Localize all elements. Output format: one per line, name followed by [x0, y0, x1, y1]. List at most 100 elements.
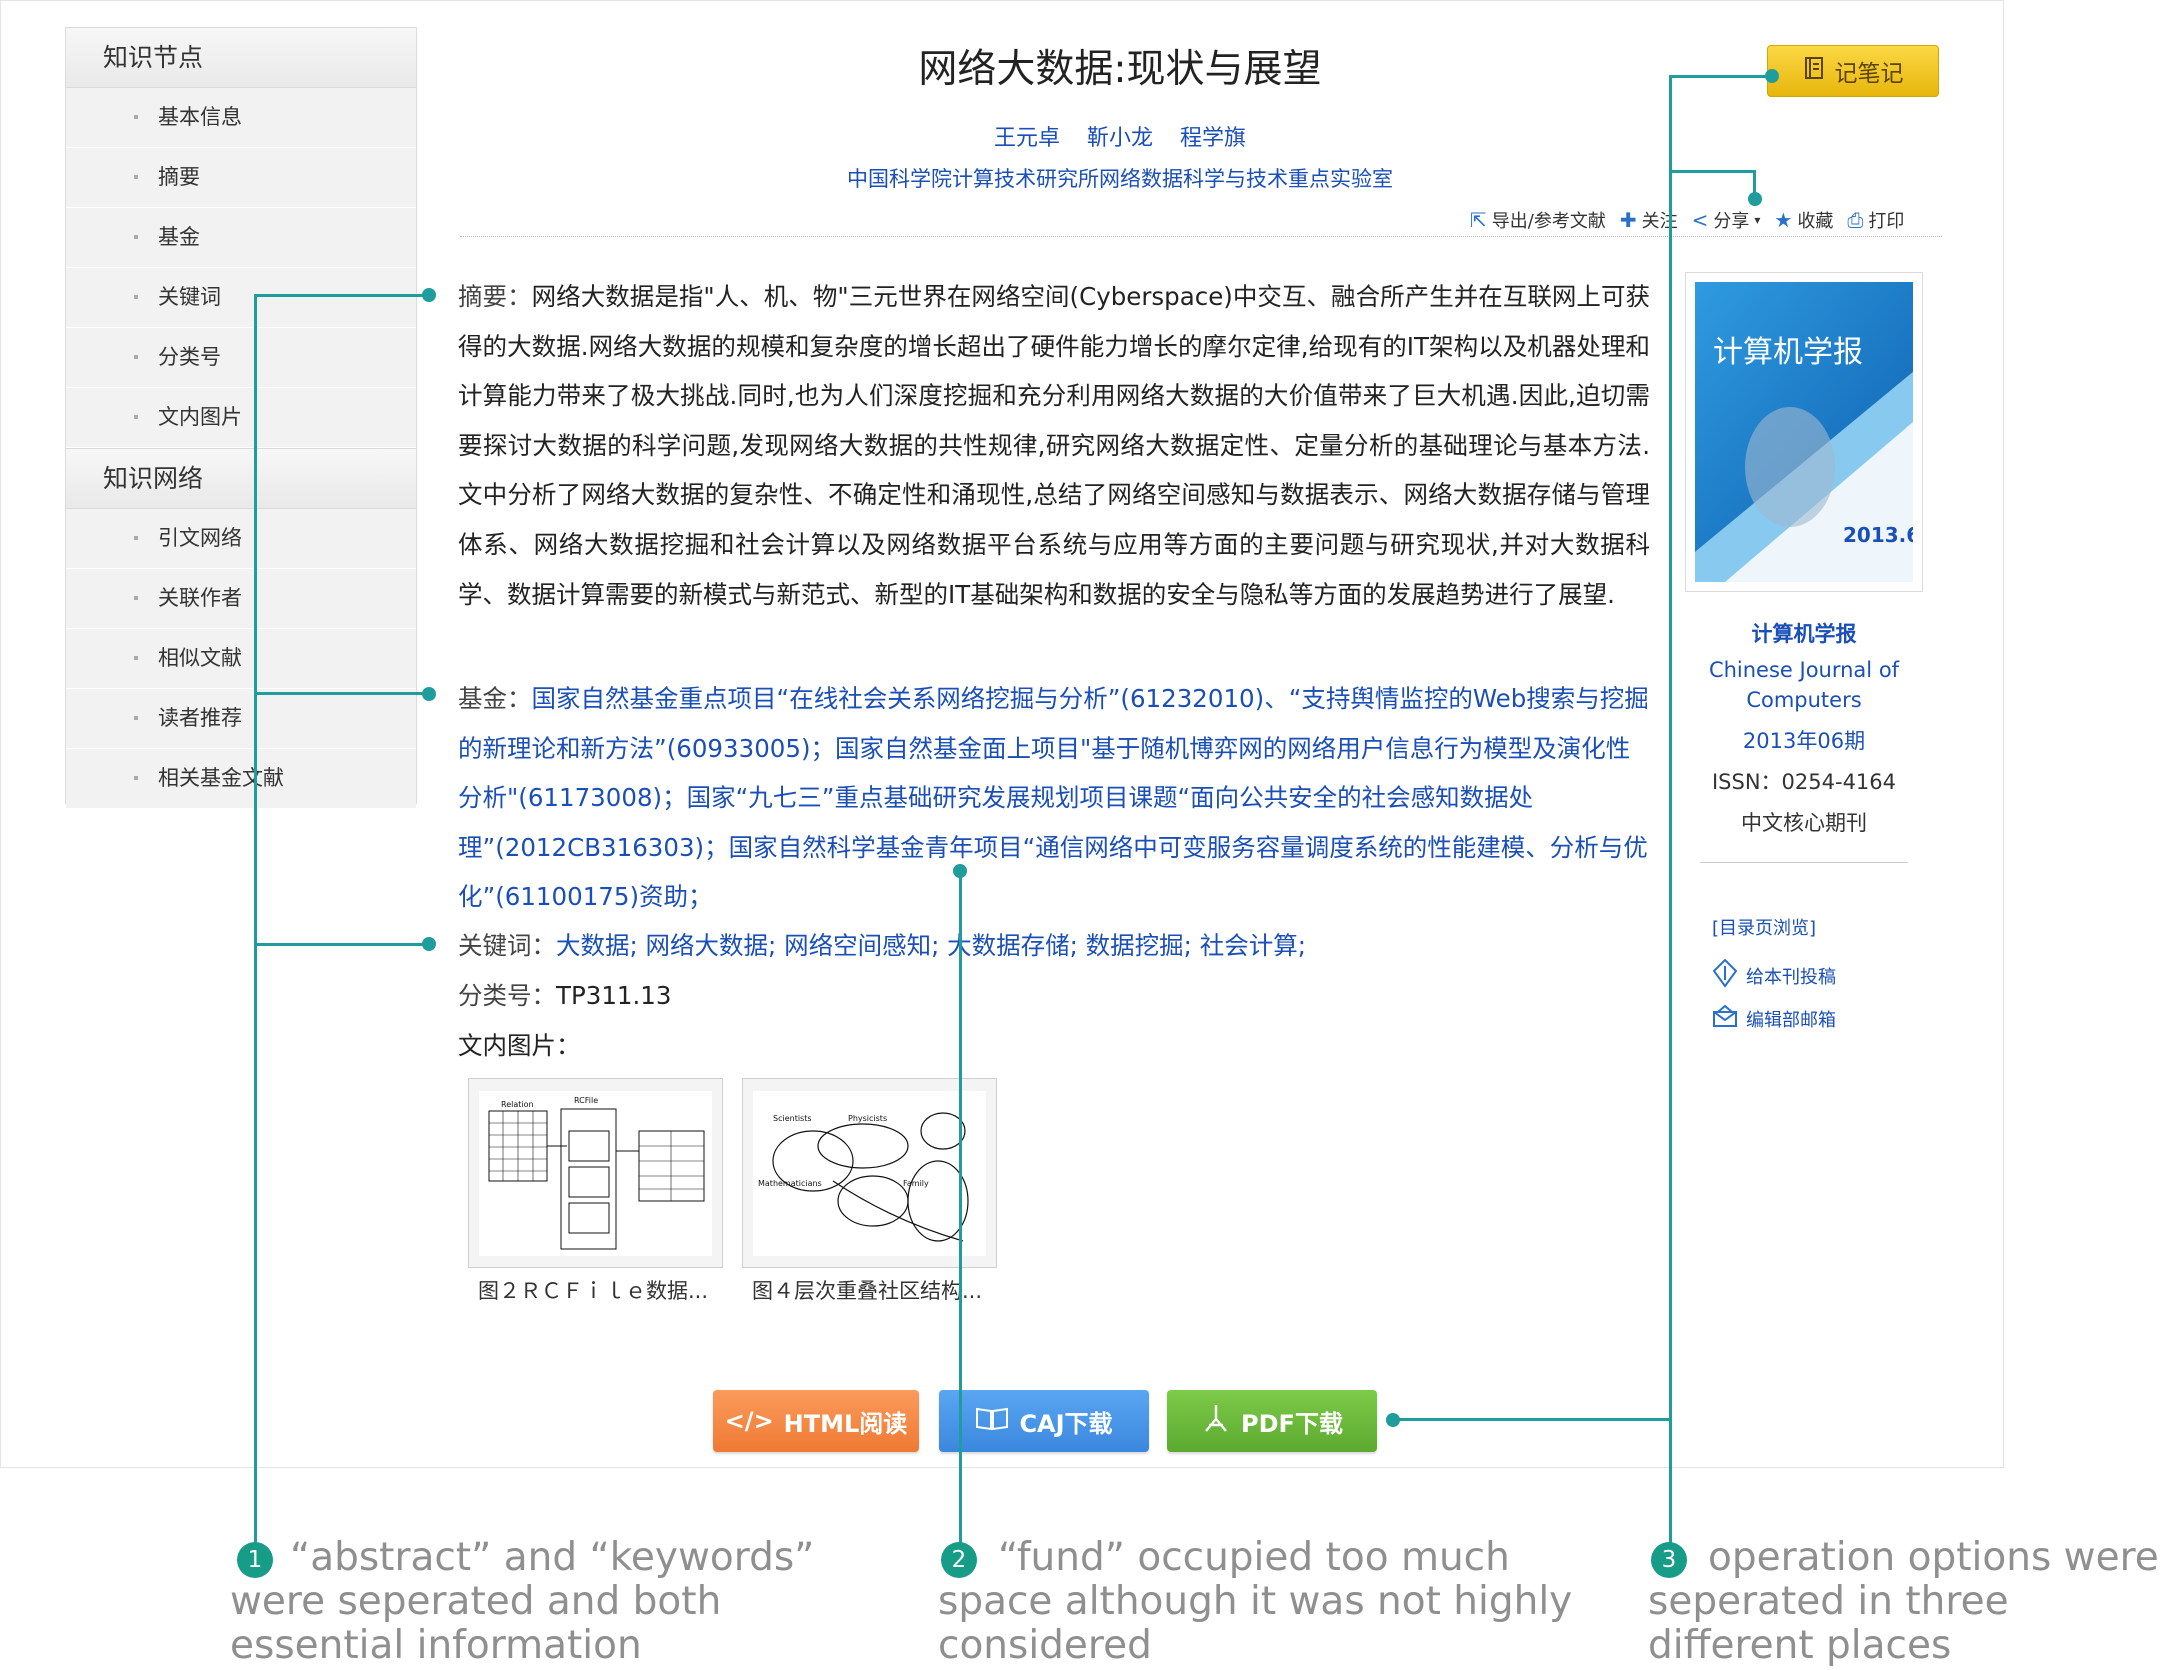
journal-name[interactable]: 计算机学报 [1690, 618, 1918, 648]
annotation-1-dot [422, 687, 436, 701]
keywords-links[interactable]: 大数据; 网络大数据; 网络空间感知; 大数据存储; 数据挖掘; 社会计算; [556, 931, 1306, 960]
share-label: 分享 [1713, 211, 1750, 232]
fund-label: 基金： [458, 684, 532, 713]
sidebar-item-keywords[interactable]: 关键词 [66, 268, 416, 328]
figure-caption[interactable]: 图２ＲＣＦｉｌｅ数据... [478, 1275, 733, 1305]
figure-caption[interactable]: 图４层次重叠社区结构... [752, 1275, 1007, 1305]
sidebar-section-knowledge-network: 知识网络 [66, 448, 416, 509]
classification-section: 分类号：TP311.13 [458, 971, 1650, 1021]
annotation-3-branch [1392, 1418, 1670, 1421]
keywords-section: 关键词：大数据; 网络大数据; 网络空间感知; 大数据存储; 数据挖掘; 社会计… [458, 921, 1650, 971]
annotation-2-text: “fund” occupied too much space although … [938, 1535, 1573, 1668]
svg-text:Physicists: Physicists [848, 1114, 887, 1123]
annotation-1-branch [254, 943, 428, 946]
caj-download-label: CAJ下载 [1019, 1409, 1113, 1438]
sidebar-item-figures[interactable]: 文内图片 [66, 388, 416, 448]
html-read-button[interactable]: </> HTML阅读 [713, 1390, 919, 1452]
annotation-1-dot [422, 937, 436, 951]
take-notes-button[interactable]: 记笔记 [1767, 45, 1939, 97]
article-title: 网络大数据:现状与展望 [918, 47, 1322, 92]
author-link[interactable]: 程学旗 [1180, 126, 1246, 151]
caj-download-button[interactable]: CAJ下载 [939, 1390, 1149, 1452]
journal-cover[interactable]: 计算机学报 2013.6 [1685, 272, 1923, 592]
sidebar-item-citation-network[interactable]: 引文网络 [66, 509, 416, 569]
pdf-icon [1201, 1403, 1231, 1439]
chevron-down-icon: ▾ [1754, 213, 1761, 227]
sidebar-section-knowledge-nodes: 知识节点 [66, 28, 416, 88]
journal-issue[interactable]: 2013年06期 [1690, 725, 1918, 755]
fund-text[interactable]: 国家自然基金重点项目“在线社会关系网络挖掘与分析”(61232010)、“支持舆… [458, 684, 1649, 911]
html-read-label: HTML阅读 [783, 1409, 908, 1438]
figure-4-preview: Scientists Physicists Mathematicians Fam… [753, 1091, 986, 1256]
printer-icon: ⎙ [1847, 208, 1864, 232]
fund-section: 基金：国家自然基金重点项目“在线社会关系网络挖掘与分析”(61232010)、“… [458, 674, 1650, 922]
editorial-mailbox-link[interactable]: 编辑部邮箱 [1712, 1004, 1836, 1033]
sidebar-item-reader-recommend[interactable]: 读者推荐 [66, 689, 416, 749]
svg-text:Mathematicians: Mathematicians [758, 1179, 822, 1188]
journal-cover-image: 计算机学报 2013.6 [1695, 282, 1913, 582]
annotation-2-vertical [959, 870, 962, 1550]
cover-year: 2013.6 [1843, 523, 1913, 547]
export-icon: ⇱ [1470, 208, 1487, 232]
annotation-1-branch [254, 294, 428, 297]
author-list: 王元卓 靳小龙 程学旗 [460, 120, 1780, 152]
share-button[interactable]: < 分享 ▾ [1692, 207, 1761, 233]
sidebar-item-basic-info[interactable]: 基本信息 [66, 88, 416, 148]
sidebar-item-related-authors[interactable]: 关联作者 [66, 569, 416, 629]
submit-label: 给本刊投稿 [1746, 966, 1836, 988]
annotation-1-text: “abstract” and “keywords” were seperated… [230, 1535, 815, 1668]
pdf-download-button[interactable]: PDF下载 [1167, 1390, 1377, 1452]
sidebar-item-abstract[interactable]: 摘要 [66, 148, 416, 208]
collect-button[interactable]: ★ 收藏 [1774, 207, 1833, 233]
article-toolbar: ⇱ 导出/参考文献 ✚ 关注 < 分享 ▾ ★ 收藏 ⎙ 打印 [1470, 207, 1904, 233]
annotation-3-dot [1748, 192, 1762, 206]
institution-link[interactable]: 中国科学院计算技术研究所网络数据科学与技术重点实验室 [460, 163, 1780, 193]
author-link[interactable]: 王元卓 [994, 126, 1060, 151]
print-button[interactable]: ⎙ 打印 [1847, 207, 1904, 233]
mailbox-label: 编辑部邮箱 [1746, 1009, 1836, 1031]
pdf-download-label: PDF下载 [1241, 1409, 1343, 1438]
share-icon: < [1691, 208, 1709, 232]
figure-thumbnail[interactable]: Relation RCFile [468, 1078, 723, 1268]
annotation-3-dot [1765, 69, 1779, 83]
take-notes-label: 记笔记 [1834, 61, 1904, 87]
journal-name-en[interactable]: Chinese Journal of Computers [1690, 655, 1918, 715]
print-label: 打印 [1868, 211, 1905, 232]
collect-label: 收藏 [1797, 211, 1834, 232]
annotation-1-dot [422, 288, 436, 302]
export-references-button[interactable]: ⇱ 导出/参考文献 [1470, 207, 1606, 233]
annotation-1-vertical [254, 295, 257, 1550]
abstract-label: 摘要： [458, 282, 532, 311]
svg-text:Family: Family [903, 1179, 929, 1188]
author-link[interactable]: 靳小龙 [1087, 126, 1153, 151]
plus-icon: ✚ [1619, 208, 1637, 232]
journal-issn: ISSN：0254-4164 [1711, 770, 1897, 794]
annotation-3-branch [1669, 75, 1769, 78]
submit-manuscript-link[interactable]: 给本刊投稿 [1712, 958, 1836, 993]
sidebar-item-fund[interactable]: 基金 [66, 208, 416, 268]
toc-browse-link[interactable]: [目录页浏览] [1712, 914, 1816, 940]
annotation-3-text: operation options were seperated in thre… [1648, 1535, 2159, 1668]
sidebar-item-related-fund-docs[interactable]: 相关基金文献 [66, 749, 416, 809]
code-icon: </> [724, 1407, 774, 1435]
classification-value: TP311.13 [556, 981, 672, 1010]
cover-title: 计算机学报 [1713, 335, 1863, 370]
follow-label: 关注 [1641, 211, 1678, 232]
open-book-icon [975, 1405, 1009, 1437]
export-label: 导出/参考文献 [1491, 211, 1606, 232]
figure-2-preview: Relation RCFile [479, 1091, 712, 1256]
annotation-3-dot [1386, 1413, 1400, 1427]
svg-text:Relation: Relation [501, 1100, 534, 1109]
annotation-2-dot [953, 864, 967, 878]
keywords-label: 关键词： [458, 931, 556, 960]
figures-label: 文内图片： [458, 1031, 581, 1060]
annotation-3-vertical [1669, 76, 1672, 1550]
submit-icon [1712, 958, 1738, 993]
knowledge-sidebar: 知识节点 基本信息 摘要 基金 关键词 分类号 文内图片 知识网络 引文网络 关… [65, 27, 417, 809]
abstract-section: 摘要：网络大数据是指"人、机、物"三元世界在网络空间(Cyberspace)中交… [458, 272, 1650, 619]
sidebar-item-similar-docs[interactable]: 相似文献 [66, 629, 416, 689]
star-icon: ★ [1774, 208, 1793, 232]
notebook-icon [1803, 56, 1825, 86]
sidebar-item-classification[interactable]: 分类号 [66, 328, 416, 388]
mail-icon [1712, 1004, 1738, 1033]
